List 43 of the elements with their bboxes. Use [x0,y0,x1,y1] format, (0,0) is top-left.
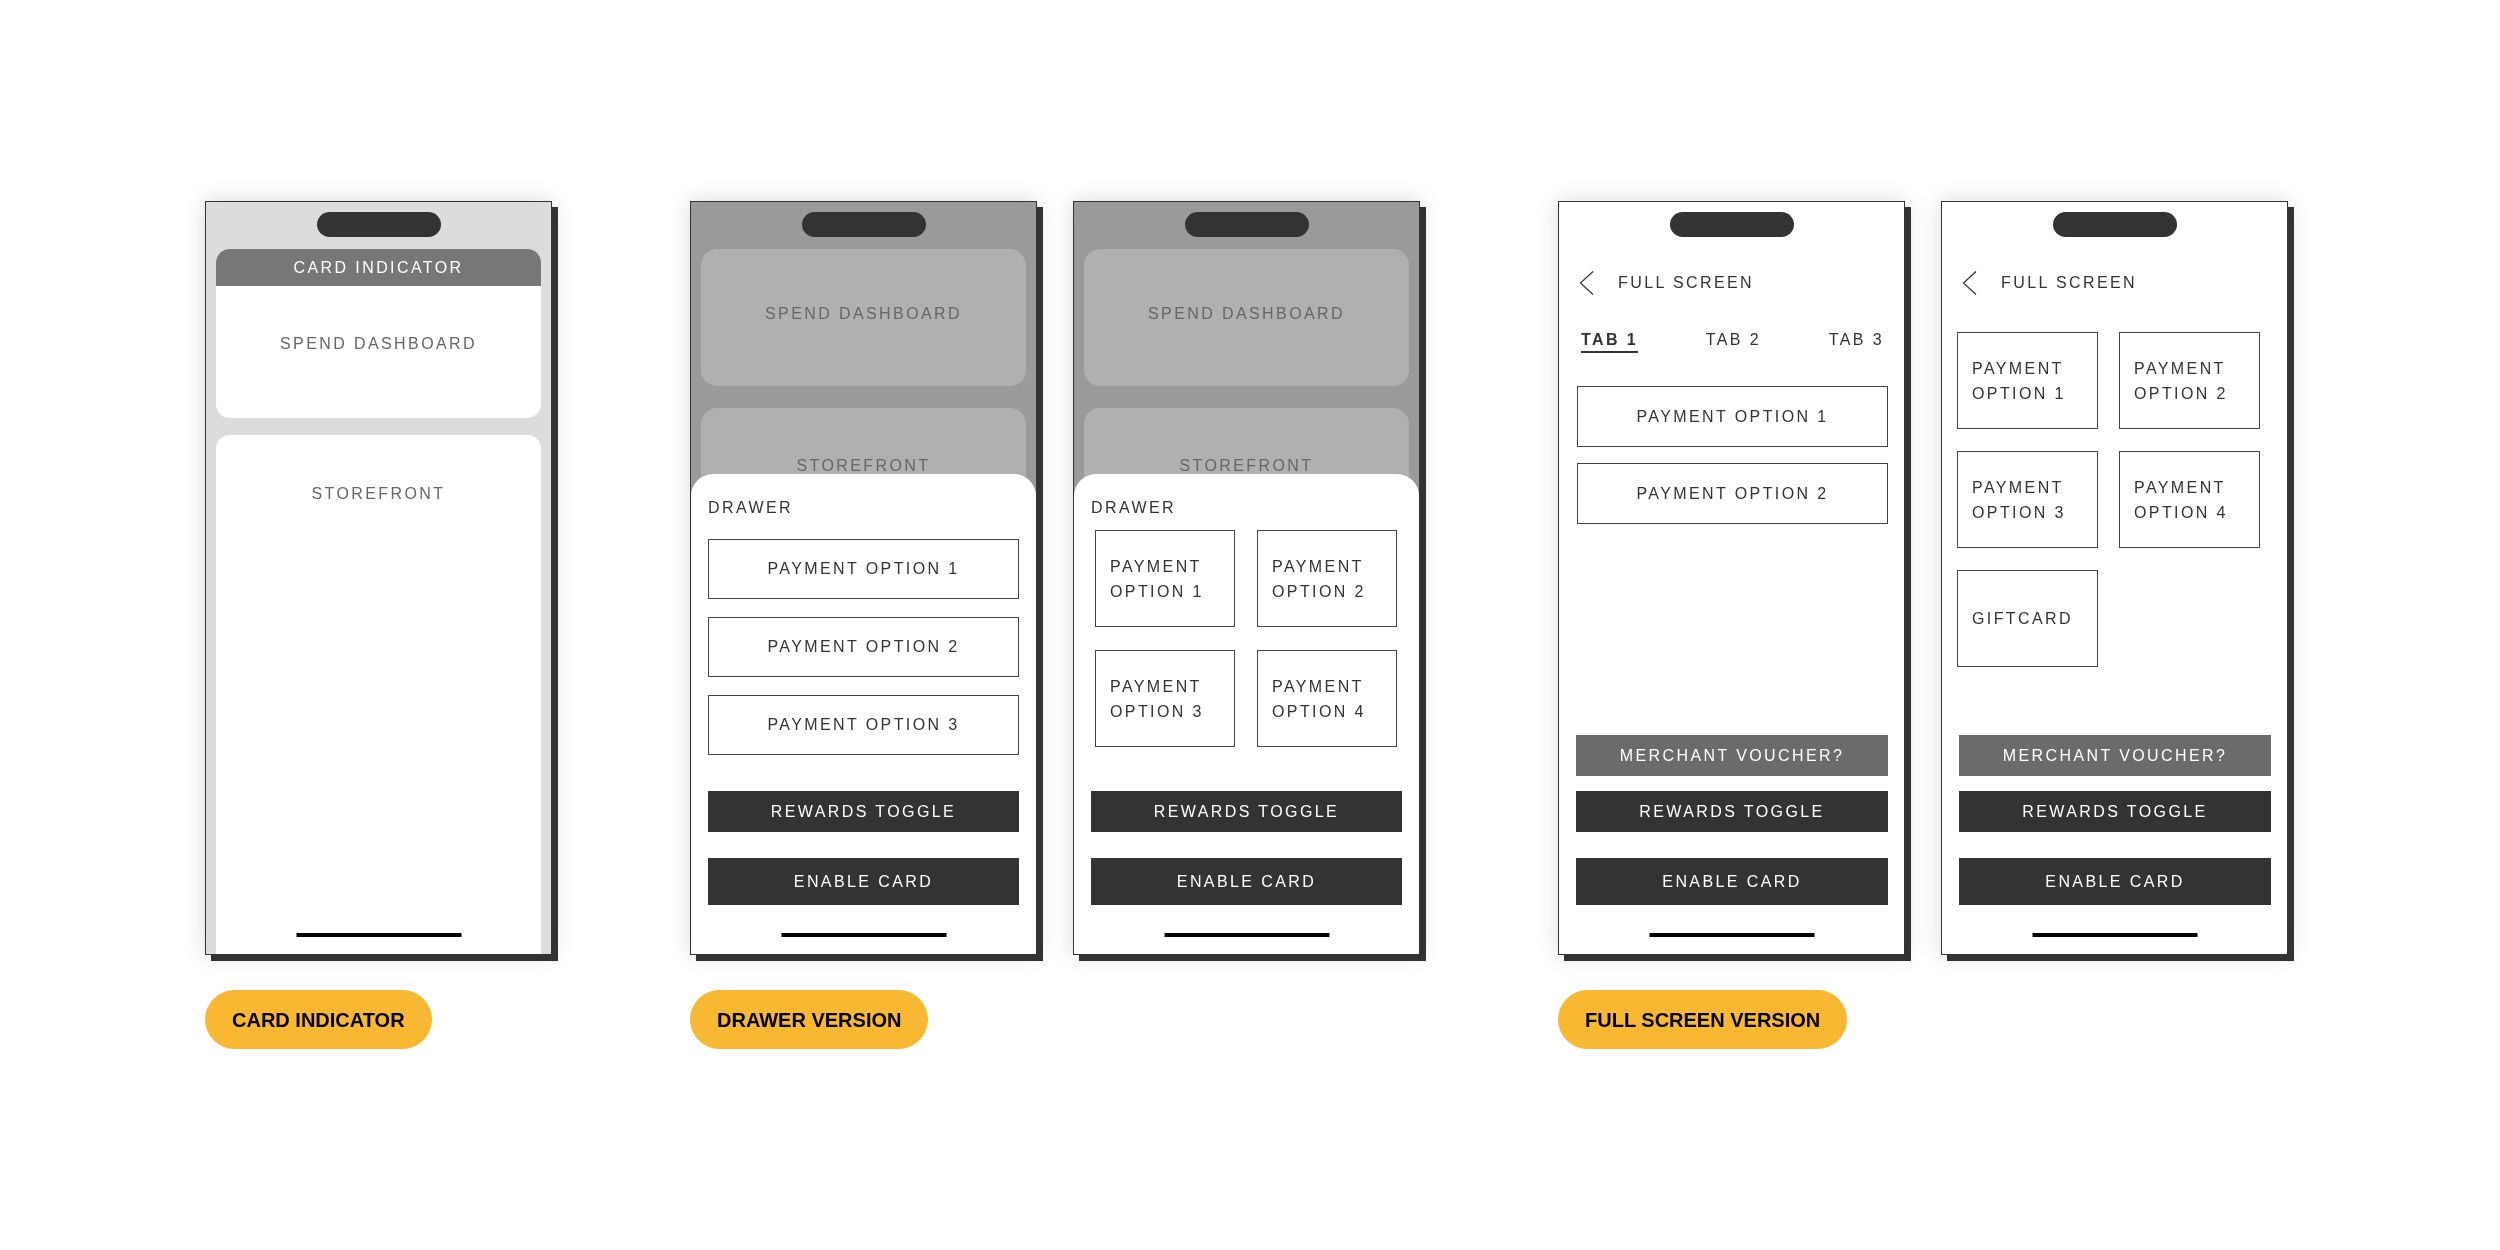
payment-option[interactable]: PAYMENT OPTION 1 [1577,386,1888,447]
primary-button[interactable]: ENABLE CARD [708,858,1019,905]
payment-option[interactable]: PAYMENT OPTION 3 [1957,451,2098,548]
section-label: CARD INDICATOR [205,990,432,1049]
chevron-left-icon[interactable] [1579,271,1594,295]
payment-option[interactable]: PAYMENT OPTION 1 [708,539,1019,599]
payment-option[interactable]: PAYMENT OPTION 1 [1095,530,1235,627]
payment-option[interactable]: PAYMENT OPTION 3 [1095,650,1235,747]
voucher-button[interactable]: MERCHANT VOUCHER? [1576,735,1888,776]
primary-button[interactable]: ENABLE CARD [1959,858,2271,905]
card-title: SPEND DASHBOARD [765,306,962,322]
card-title: STOREFRONT [796,458,931,474]
payment-option[interactable]: PAYMENT OPTION 2 [2119,332,2260,429]
section-label: FULL SCREEN VERSION [1558,990,1848,1049]
tab[interactable]: TAB 2 [1705,330,1761,353]
primary-button[interactable]: ENABLE CARD [1091,858,1402,905]
payment-option[interactable]: PAYMENT OPTION 2 [708,617,1019,677]
payment-option[interactable]: PAYMENT OPTION 3 [708,695,1019,755]
payment-option[interactable]: PAYMENT OPTION 4 [2119,451,2260,548]
chevron-left-icon[interactable] [1962,271,1977,295]
payment-option[interactable]: GIFTCARD [1957,570,2098,667]
card-title: SPEND DASHBOARD [280,334,477,354]
toggle-button[interactable]: REWARDS TOGGLE [708,791,1019,832]
primary-button[interactable]: ENABLE CARD [1576,858,1888,905]
voucher-button[interactable]: MERCHANT VOUCHER? [1959,735,2271,776]
drawer-title: DRAWER [1091,498,1176,518]
payment-option[interactable]: PAYMENT OPTION 4 [1257,650,1397,747]
payment-option[interactable]: PAYMENT OPTION 2 [1257,530,1397,627]
indicator-title: CARD INDICATOR [293,257,464,278]
card-title: SPEND DASHBOARD [1148,306,1345,322]
drawer-title: DRAWER [708,498,793,518]
card-title: STOREFRONT [311,484,446,504]
screen-title: FULL SCREEN [1618,273,1755,293]
toggle-button[interactable]: REWARDS TOGGLE [1091,791,1402,832]
payment-option[interactable]: PAYMENT OPTION 1 [1957,332,2098,429]
payment-option[interactable]: PAYMENT OPTION 2 [1577,463,1888,524]
card-title: STOREFRONT [1179,458,1314,474]
toggle-button[interactable]: REWARDS TOGGLE [1576,791,1888,832]
tab[interactable]: TAB 3 [1828,330,1884,353]
toggle-button[interactable]: REWARDS TOGGLE [1959,791,2271,832]
section-label: DRAWER VERSION [690,990,929,1049]
tab[interactable]: TAB 1 [1581,330,1639,353]
screen-title: FULL SCREEN [2001,273,2138,293]
